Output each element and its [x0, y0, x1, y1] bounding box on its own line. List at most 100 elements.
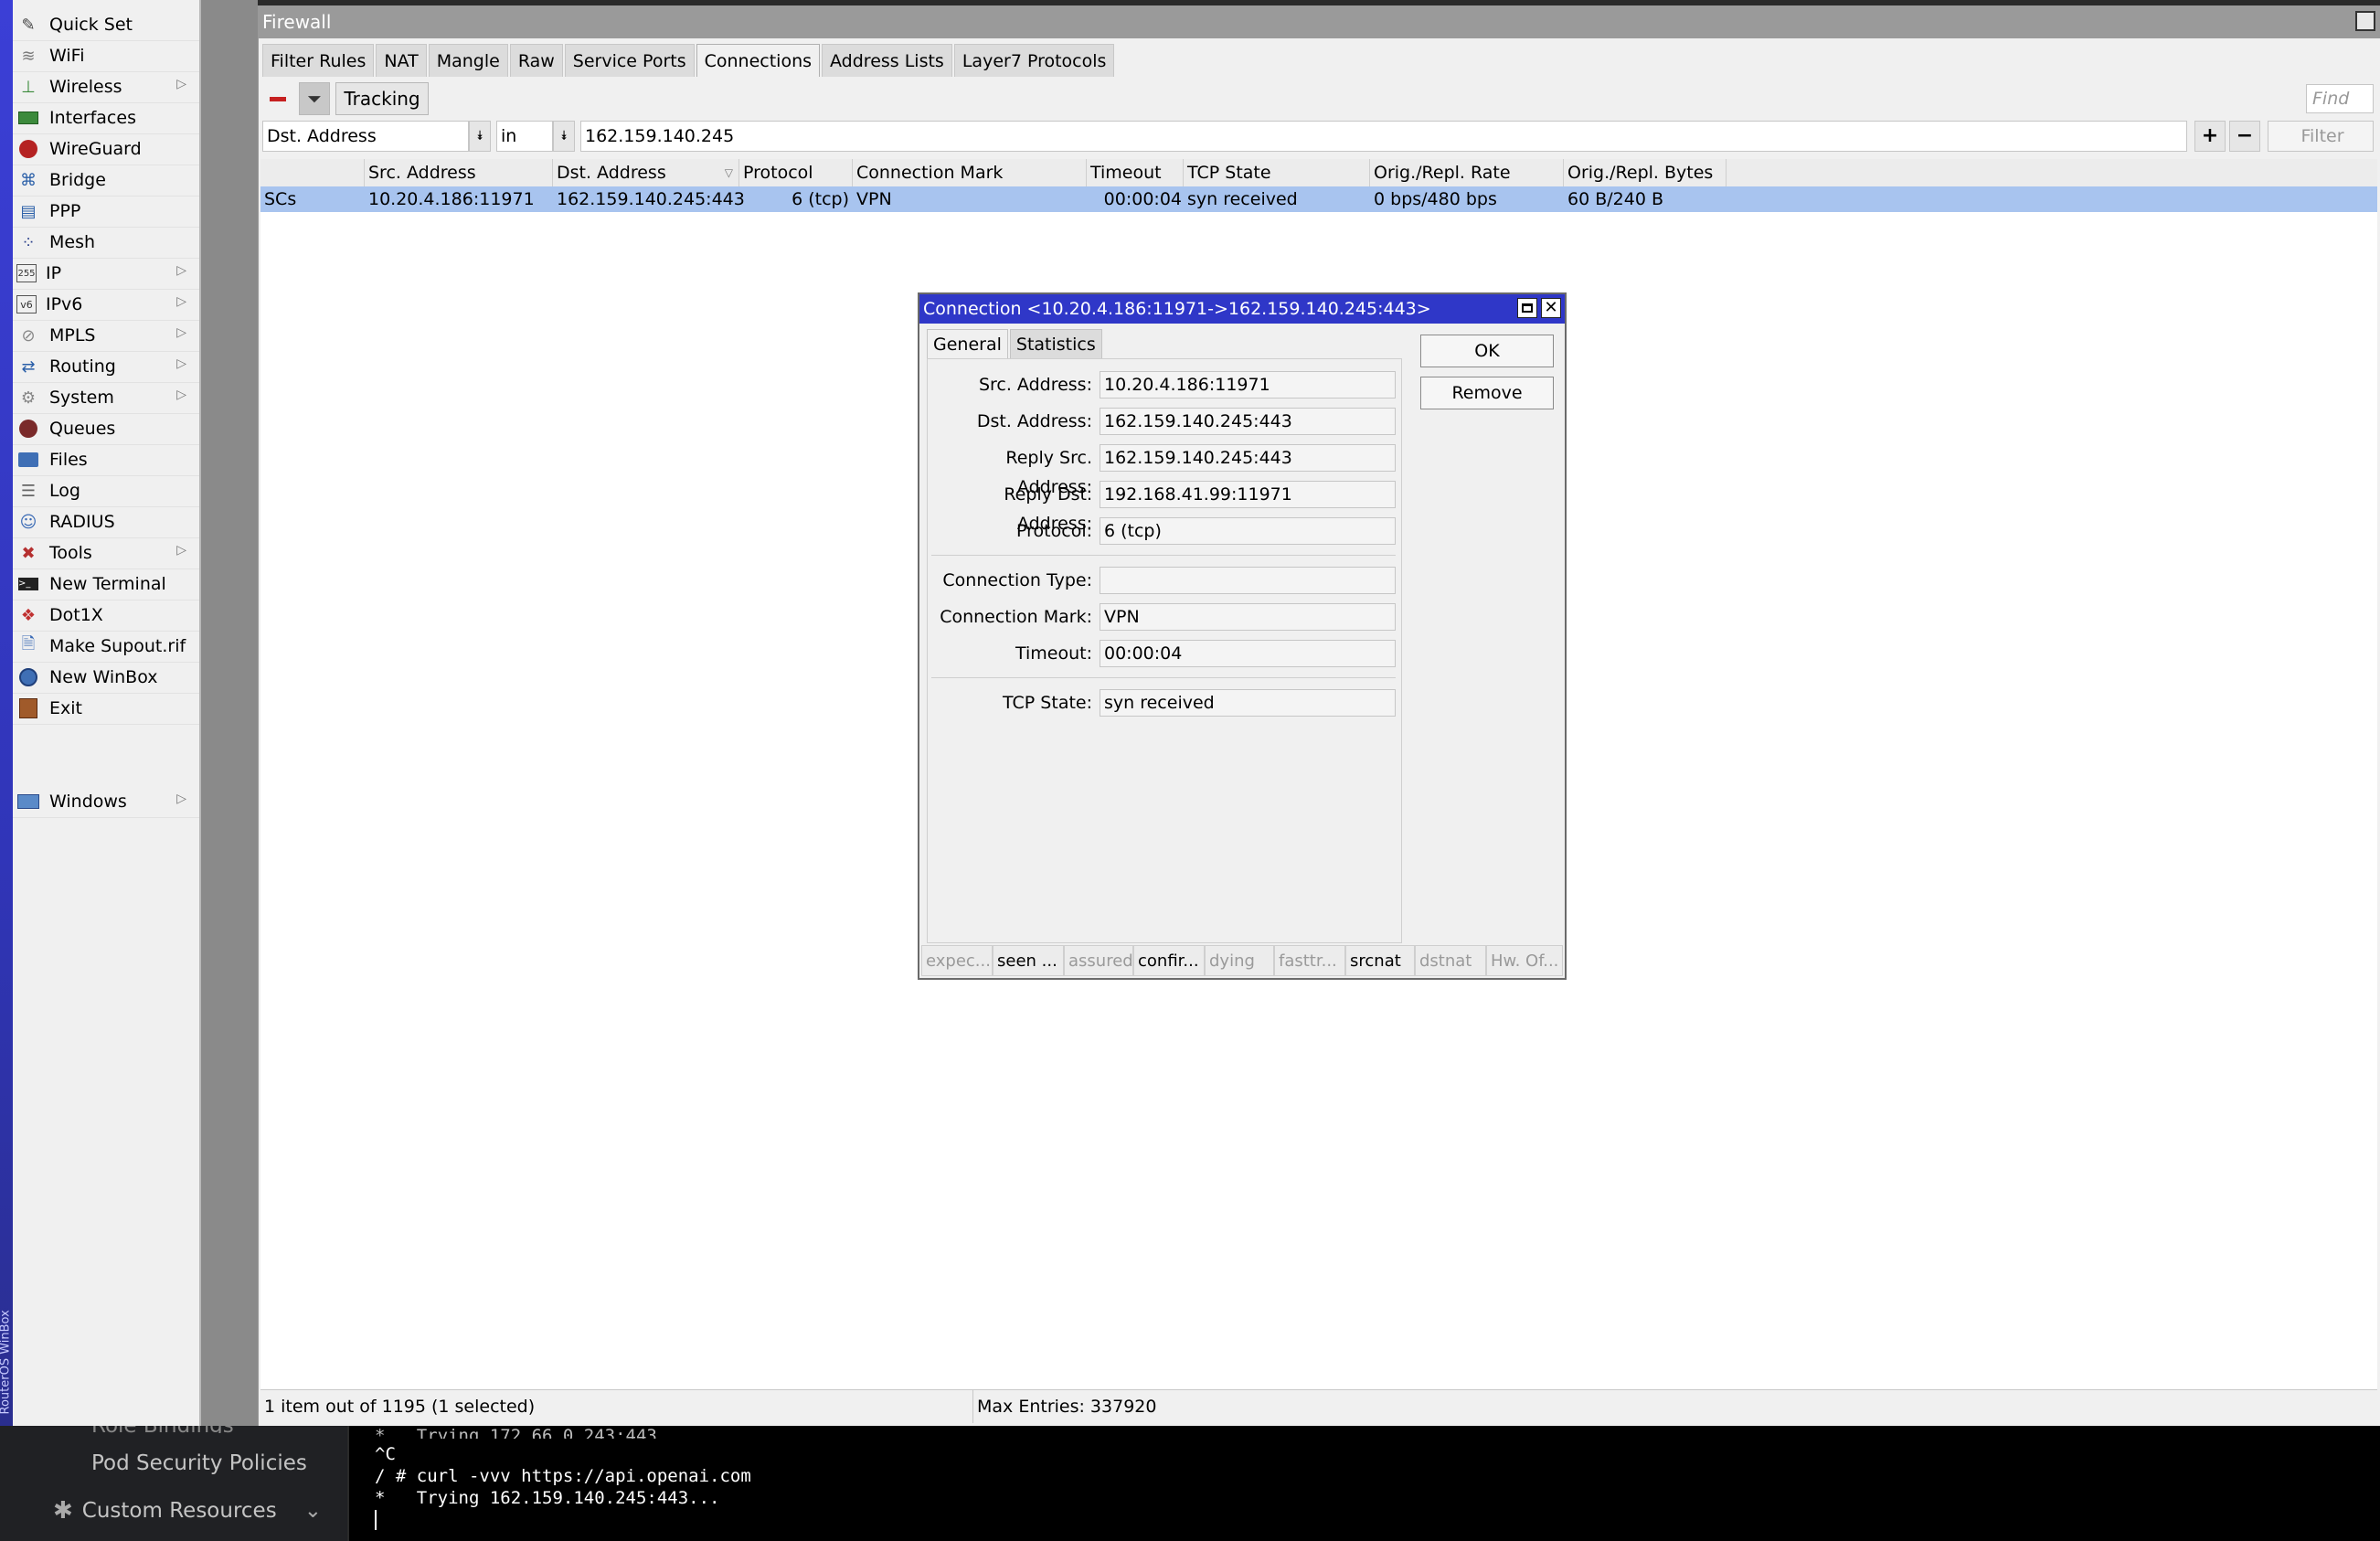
cell-tcp-state: syn received — [1187, 189, 1298, 209]
menu-item-label: Bridge — [49, 170, 106, 190]
ok-button[interactable]: OK — [1420, 335, 1554, 367]
menu-item-make-supout[interactable]: 🗎 Make Supout.rif — [13, 631, 199, 663]
terminal-line: * Trying 162.159.140.245:443... — [375, 1488, 720, 1508]
tab-statistics[interactable]: Statistics — [1009, 329, 1102, 358]
find-input[interactable]: Find — [2306, 84, 2374, 113]
firewall-title-bar[interactable]: Firewall — [259, 5, 2380, 38]
terminal[interactable]: * Trying 172.66.0.243:443... ^C / # curl… — [349, 1426, 2380, 1541]
column-header-timeout[interactable]: Timeout — [1087, 159, 1184, 186]
tab-address-lists[interactable]: Address Lists — [822, 44, 952, 77]
tab-nat[interactable]: NAT — [376, 44, 427, 77]
src-address-field[interactable]: 10.20.4.186:11971 — [1100, 371, 1396, 399]
menu-item-label: Exit — [49, 698, 82, 718]
column-header-tcp-state[interactable]: TCP State — [1184, 159, 1370, 186]
dialog-title-bar[interactable]: Connection <10.20.4.186:11971->162.159.1… — [919, 294, 1565, 324]
menu-item-wireguard[interactable]: WireGuard — [13, 133, 199, 165]
remove-button[interactable] — [262, 82, 293, 115]
remove-connection-button[interactable]: Remove — [1420, 377, 1554, 409]
table-header: Src. Address Dst. Address ▽ Protocol Conn… — [260, 159, 2377, 187]
column-header-src-address[interactable]: Src. Address — [365, 159, 553, 186]
dropdown-arrow-icon[interactable]: ⯯ — [469, 121, 491, 152]
tab-service-ports[interactable]: Service Ports — [564, 44, 695, 77]
menu-item-ipv6[interactable]: v6 IPv6 ▷ — [13, 289, 199, 321]
timeout-field[interactable]: 00:00:04 — [1100, 640, 1396, 667]
menu-item-exit[interactable]: Exit — [13, 693, 199, 725]
menu-item-log[interactable]: ☰ Log — [13, 475, 199, 507]
menu-item-wifi[interactable]: ≋ WiFi — [13, 40, 199, 72]
wifi-icon: ≋ — [21, 46, 36, 66]
tab-mangle[interactable]: Mangle — [428, 44, 508, 77]
tracking-label: Tracking — [344, 88, 420, 110]
menu-item-bridge[interactable]: ⌘ Bridge — [13, 165, 199, 197]
sidebar-item-role-bindings[interactable]: Role Bindings — [91, 1426, 234, 1433]
column-header-connection-mark[interactable]: Connection Mark — [853, 159, 1087, 186]
filter-field-select[interactable]: Dst. Address — [262, 121, 469, 152]
menu-item-queues[interactable]: Queues — [13, 413, 199, 445]
submenu-arrow-icon: ▷ — [176, 388, 186, 402]
submenu-arrow-icon: ▷ — [176, 356, 186, 371]
menu-item-system[interactable]: ⚙ System ▷ — [13, 382, 199, 414]
filter-operator-select[interactable]: in — [496, 121, 553, 152]
connection-mark-field[interactable]: VPN — [1100, 603, 1396, 631]
menu-item-interfaces[interactable]: Interfaces — [13, 102, 199, 134]
connection-flags-bar: expec... seen ... assured confir... dyin… — [921, 945, 1563, 976]
maximize-icon[interactable] — [1517, 298, 1537, 318]
menu-item-dot1x[interactable]: ❖ Dot1X — [13, 600, 199, 632]
column-header-flags[interactable] — [260, 159, 365, 186]
menu-item-new-terminal[interactable]: >_ New Terminal — [13, 569, 199, 600]
tab-layer7-protocols[interactable]: Layer7 Protocols — [953, 44, 1115, 77]
column-header-rate[interactable]: Orig./Repl. Rate — [1370, 159, 1564, 186]
reply-dst-address-field[interactable]: 192.168.41.99:11971 — [1100, 481, 1396, 508]
connection-dialog: Connection <10.20.4.186:11971->162.159.1… — [918, 292, 1567, 980]
sidebar-item-custom-resources[interactable]: ✱ Custom Resources ⌄ — [53, 1497, 322, 1525]
submenu-arrow-icon: ▷ — [176, 263, 186, 278]
field-label: Connection Mark: — [940, 607, 1092, 627]
flag-fasttrack: fasttr... — [1274, 945, 1345, 976]
menu-item-tools[interactable]: ✖ Tools ▷ — [13, 537, 199, 569]
menu-item-quick-set[interactable]: ✎ Quick Set — [13, 9, 199, 41]
menu-item-mesh[interactable]: ⁘ Mesh — [13, 227, 199, 259]
menu-item-ppp[interactable]: ▤ PPP — [13, 196, 199, 228]
menu-item-ip[interactable]: 255 IP ▷ — [13, 258, 199, 290]
menu-item-routing[interactable]: ⇄ Routing ▷ — [13, 351, 199, 383]
main-menu: ✎ Quick Set ≋ WiFi ⊥ Wireless ▷ Interfac… — [13, 0, 201, 1426]
field-reply-src-address: Reply Src. Address: 162.159.140.245:443 — [928, 443, 1403, 497]
filter-value-input[interactable]: 162.159.140.245 — [580, 121, 2187, 152]
dropdown-arrow-icon[interactable]: ⯯ — [553, 121, 575, 152]
tab-connections[interactable]: Connections — [696, 44, 821, 77]
supout-icon: 🗎 — [21, 634, 36, 654]
tab-general[interactable]: General — [927, 329, 1008, 358]
menu-item-windows[interactable]: Windows ▷ — [13, 786, 199, 818]
add-filter-button[interactable]: + — [2194, 121, 2226, 152]
apply-filter-button[interactable]: Filter — [2268, 121, 2374, 152]
wireguard-icon — [16, 137, 40, 161]
sidebar-item-pod-security-policies[interactable]: Pod Security Policies — [91, 1451, 307, 1475]
dot1x-icon: ❖ — [20, 605, 37, 625]
tracking-button[interactable]: Tracking — [335, 82, 429, 115]
column-header-protocol[interactable]: Protocol — [739, 159, 853, 186]
connection-type-field[interactable] — [1100, 567, 1396, 594]
general-panel: Src. Address: 10.20.4.186:11971 Dst. Add… — [927, 358, 1402, 943]
menu-item-radius[interactable]: ☺ RADIUS — [13, 506, 199, 538]
tab-filter-rules[interactable]: Filter Rules — [262, 44, 375, 77]
menu-item-new-winbox[interactable]: New WinBox — [13, 662, 199, 694]
ip-icon: 255 — [16, 264, 37, 282]
menu-item-label: Quick Set — [49, 15, 133, 35]
filter-toggle-button[interactable]: ⏷ — [299, 82, 330, 115]
remove-filter-button[interactable]: − — [2229, 121, 2260, 152]
tab-raw[interactable]: Raw — [509, 44, 563, 77]
maximize-icon[interactable] — [2355, 11, 2375, 31]
field-label: TCP State: — [1003, 693, 1092, 713]
close-icon[interactable]: ✕ — [1541, 298, 1561, 318]
submenu-arrow-icon: ▷ — [176, 325, 186, 340]
protocol-field[interactable]: 6 (tcp) — [1100, 517, 1396, 545]
menu-item-files[interactable]: Files — [13, 444, 199, 476]
table-row[interactable]: SCs 10.20.4.186:11971 162.159.140.245:44… — [260, 186, 2377, 212]
menu-item-wireless[interactable]: ⊥ Wireless ▷ — [13, 71, 199, 103]
dst-address-field[interactable]: 162.159.140.245:443 — [1100, 408, 1396, 435]
column-header-dst-address[interactable]: Dst. Address ▽ — [553, 159, 739, 186]
reply-src-address-field[interactable]: 162.159.140.245:443 — [1100, 444, 1396, 472]
menu-item-mpls[interactable]: ⊘ MPLS ▷ — [13, 320, 199, 352]
tcp-state-field[interactable]: syn received — [1100, 689, 1396, 717]
column-header-bytes[interactable]: Orig./Repl. Bytes — [1564, 159, 1727, 186]
